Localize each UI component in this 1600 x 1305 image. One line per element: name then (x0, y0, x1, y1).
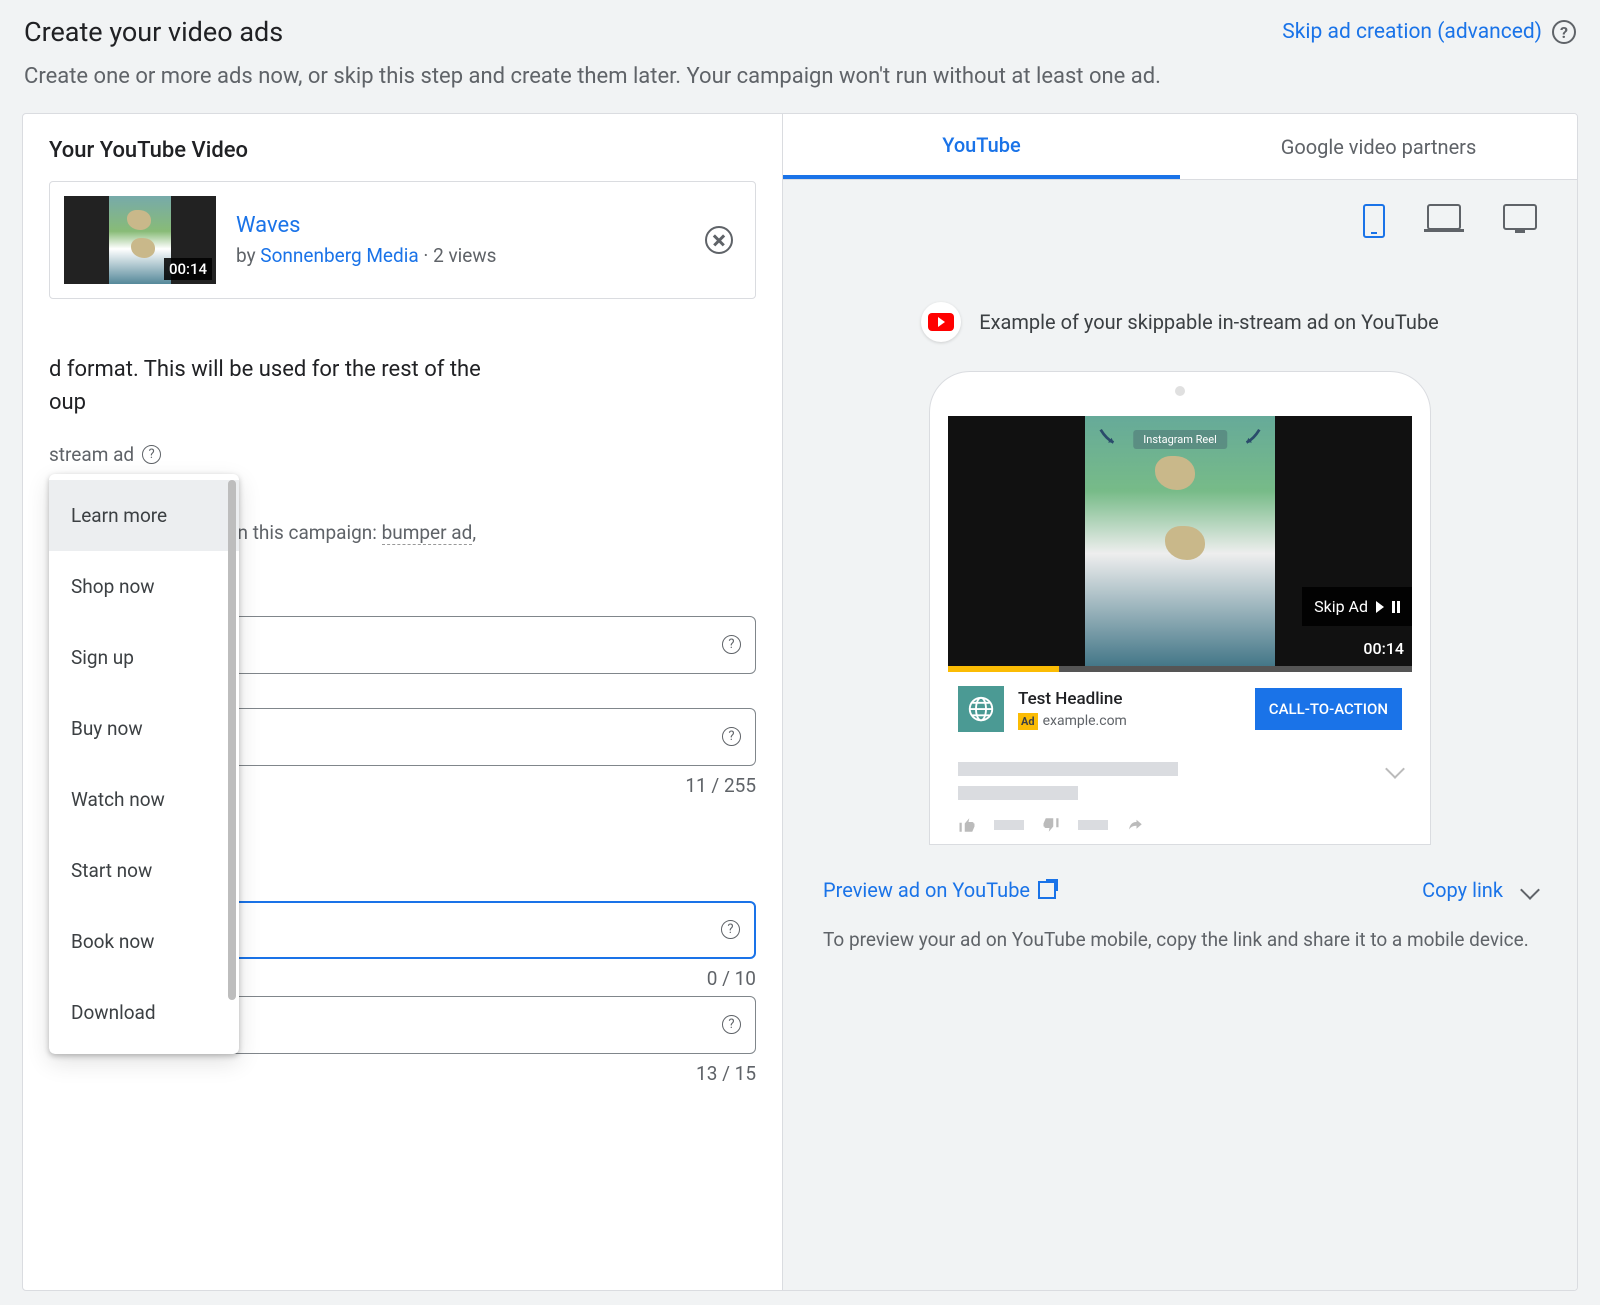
device-tv-icon[interactable] (1503, 204, 1537, 230)
preview-video: Instagram Reel Skip Ad 00:14 (948, 416, 1412, 666)
preview-overlay-label: Instagram Reel (1133, 430, 1227, 449)
help-icon[interactable]: ? (1552, 20, 1576, 44)
format-heading: d format. This will be used for the rest… (49, 353, 756, 419)
tab-youtube[interactable]: YouTube (783, 114, 1180, 179)
example-description: Example of your skippable in-stream ad o… (979, 310, 1439, 334)
channel-link[interactable]: Sonnenberg Media (260, 244, 418, 267)
device-mobile-icon[interactable] (1363, 204, 1385, 238)
copy-link-button[interactable]: Copy link (1422, 878, 1537, 902)
cta-option[interactable]: Start now (49, 835, 239, 906)
share-icon (1126, 816, 1144, 834)
phone-preview: Instagram Reel Skip Ad 00:14 Test Headli… (930, 372, 1430, 844)
page-subtitle: Create one or more ads now, or skip this… (0, 48, 1600, 113)
help-icon[interactable]: ? (722, 635, 741, 654)
video-duration-badge: 00:14 (164, 258, 212, 280)
external-link-icon (1038, 881, 1056, 899)
cta-counter: 0 / 10 (707, 967, 756, 990)
preview-tabs: YouTube Google video partners (783, 114, 1577, 180)
skip-ad-creation-link[interactable]: Skip ad creation (advanced) (1282, 20, 1542, 44)
page-title: Create your video ads (24, 16, 283, 48)
chevron-down-icon (1385, 759, 1405, 779)
video-byline: by Sonnenberg Media · 2 views (236, 244, 496, 267)
video-thumbnail[interactable]: 00:14 (64, 196, 216, 284)
preview-cta-button: CALL-TO-ACTION (1255, 688, 1402, 730)
dropdown-scrollbar[interactable] (228, 480, 236, 1000)
help-icon[interactable]: ? (722, 1015, 741, 1034)
preview-duration: 00:14 (1363, 639, 1404, 658)
chevron-down-icon (1520, 880, 1540, 900)
advertiser-icon (958, 686, 1004, 732)
tab-google-partners[interactable]: Google video partners (1180, 114, 1577, 179)
video-section-title: Your YouTube Video (49, 138, 756, 163)
thumbs-up-icon (958, 816, 976, 834)
cta-option[interactable]: Shop now (49, 551, 239, 622)
preview-headline: Test Headline (1018, 689, 1127, 709)
device-toggle (783, 180, 1577, 262)
preview-on-youtube-link[interactable]: Preview ad on YouTube (823, 878, 1056, 902)
cta-option[interactable]: Watch now (49, 764, 239, 835)
video-card: 00:14 Waves by Sonnenberg Media · 2 view… (49, 181, 756, 299)
cta-option[interactable]: Book now (49, 906, 239, 977)
video-title-link[interactable]: Waves (236, 213, 496, 238)
cta-option[interactable]: Download (49, 977, 239, 1048)
skip-ad-button: Skip Ad (1302, 587, 1412, 626)
format-option-stream[interactable]: stream ad ? (49, 443, 756, 466)
help-icon[interactable]: ? (722, 727, 741, 746)
cta-dropdown: Learn more Shop now Sign up Buy now Watc… (49, 474, 239, 1054)
cta-option[interactable]: Learn more (49, 480, 239, 551)
headline-counter: 13 / 15 (49, 1062, 756, 1085)
cta-option[interactable]: Sign up (49, 622, 239, 693)
thumbs-down-icon (1042, 816, 1060, 834)
device-desktop-icon[interactable] (1427, 204, 1461, 230)
remove-video-button[interactable] (705, 226, 733, 254)
help-icon[interactable]: ? (721, 920, 740, 939)
cta-option[interactable]: Buy now (49, 693, 239, 764)
preview-domain: Adexample.com (1018, 713, 1127, 730)
help-icon[interactable]: ? (142, 445, 161, 464)
preview-note: To preview your ad on YouTube mobile, co… (783, 916, 1577, 965)
youtube-logo-icon (921, 302, 961, 342)
